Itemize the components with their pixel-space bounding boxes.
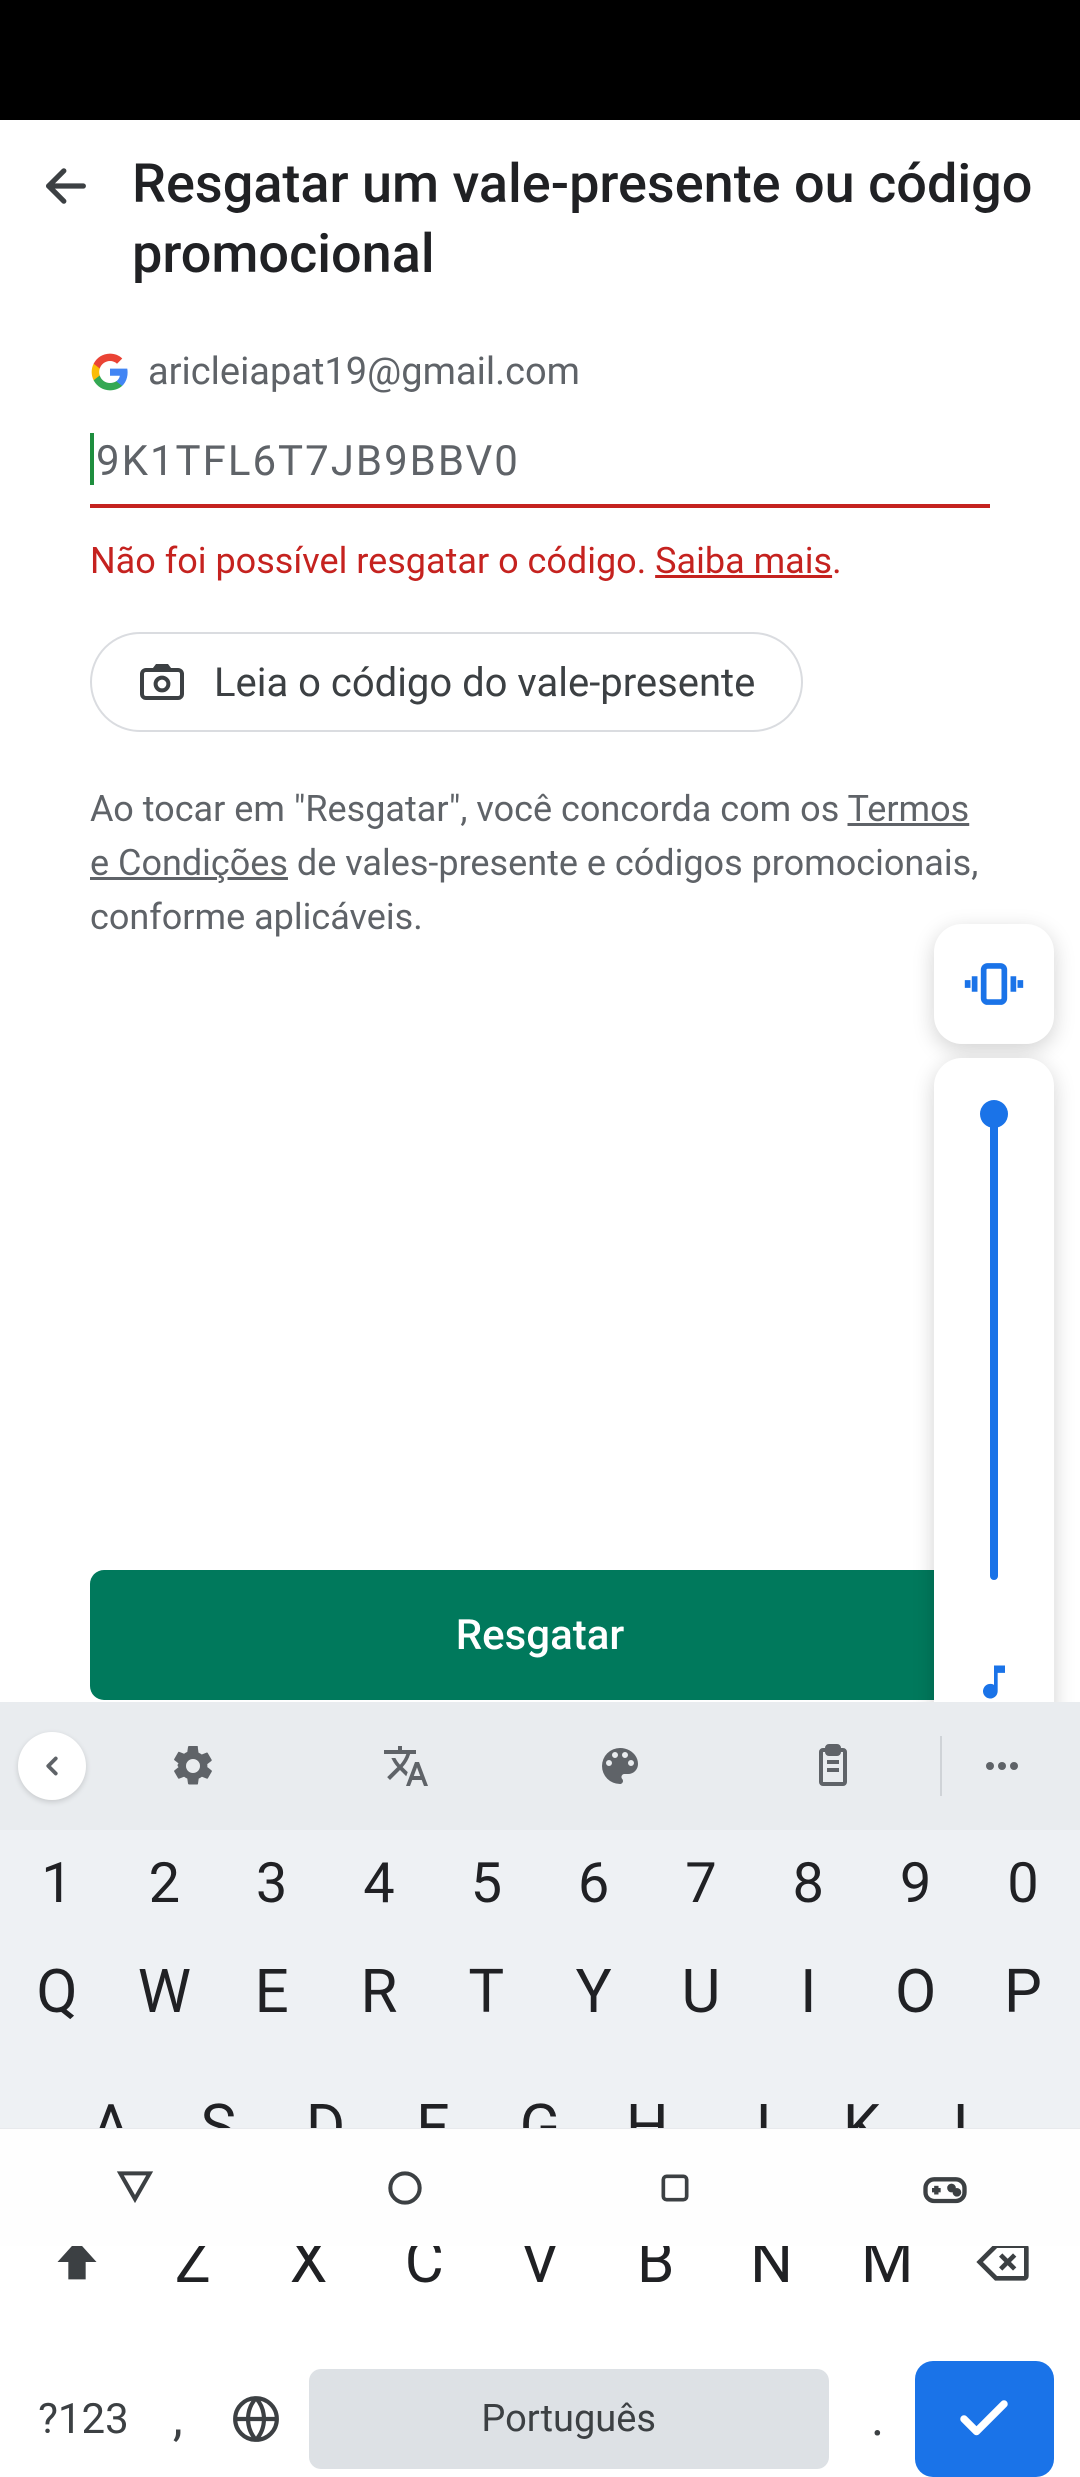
account-row: aricleiapat19@gmail.com (90, 350, 990, 394)
keyboard: 1 2 3 4 5 6 7 8 9 0 Q W E R T Y U I O P … (0, 1702, 1080, 2246)
kb-number-row: 1 2 3 4 5 6 7 8 9 0 (0, 1850, 1080, 1916)
music-note-icon (972, 1660, 1016, 1704)
kb-key-q[interactable]: Q (6, 1956, 108, 2027)
kb-key-y[interactable]: Y (543, 1956, 645, 2027)
kb-enter-key[interactable] (915, 2361, 1054, 2477)
kb-key-i[interactable]: I (757, 1956, 859, 2027)
nav-recents-icon (655, 2168, 695, 2208)
kb-key-1[interactable]: 1 (6, 1850, 108, 1916)
kb-key-9[interactable]: 9 (865, 1850, 967, 1916)
kb-row-4: ?123 , Português . (0, 2361, 1080, 2477)
kb-language-key[interactable] (215, 2394, 297, 2444)
google-logo-icon (90, 352, 130, 392)
kb-key-8[interactable]: 8 (757, 1850, 859, 1916)
kb-key-4[interactable]: 4 (328, 1850, 430, 1916)
keyboard-settings-button[interactable] (86, 1742, 300, 1790)
palette-icon (596, 1742, 644, 1790)
code-input[interactable] (90, 429, 990, 508)
error-text: Não foi possível resgatar o código. (90, 540, 655, 582)
error-learn-more-link[interactable]: Saiba mais (655, 540, 832, 582)
gamepad-icon (919, 2162, 971, 2214)
kb-symbols-key[interactable]: ?123 (26, 2395, 141, 2444)
kb-key-3[interactable]: 3 (221, 1850, 323, 1916)
kb-period-key[interactable]: . (841, 2390, 915, 2448)
kb-key-p[interactable]: P (972, 1956, 1074, 2027)
volume-media-area (934, 1058, 1054, 1738)
kb-key-t[interactable]: T (435, 1956, 537, 2027)
redeem-button[interactable]: Resgatar (90, 1570, 990, 1700)
volume-slider-thumb[interactable] (980, 1100, 1008, 1128)
more-horizontal-icon (978, 1742, 1026, 1790)
check-icon (954, 2389, 1014, 2449)
kb-key-e[interactable]: E (221, 1956, 323, 2027)
scan-code-button[interactable]: Leia o código do vale-presente (90, 632, 803, 732)
vibrate-icon (963, 953, 1025, 1015)
keyboard-theme-button[interactable] (513, 1742, 727, 1790)
error-period: . (832, 540, 842, 582)
kb-row-1: Q W E R T Y U I O P (0, 1956, 1080, 2027)
terms-text: Ao tocar em "Resgatar", você concorda co… (90, 782, 990, 944)
globe-icon (231, 2394, 281, 2444)
gear-icon (169, 1742, 217, 1790)
chevron-left-icon (37, 1751, 67, 1781)
nav-home-icon (383, 2166, 427, 2210)
page-title: Resgatar um vale-presente ou código prom… (132, 150, 1040, 290)
content-area: aricleiapat19@gmail.com Não foi possível… (0, 310, 1080, 944)
ring-mode-button[interactable] (934, 924, 1054, 1044)
nav-game-button[interactable] (910, 2153, 980, 2223)
volume-panel (934, 924, 1054, 1826)
kb-key-r[interactable]: R (328, 1956, 430, 2027)
back-icon[interactable] (40, 160, 92, 216)
kb-key-2[interactable]: 2 (113, 1850, 215, 1916)
header: Resgatar um vale-presente ou código prom… (0, 120, 1080, 310)
code-input-wrap (90, 429, 990, 508)
kb-comma-key[interactable]: , (141, 2390, 215, 2448)
nav-recents-button[interactable] (640, 2153, 710, 2223)
kb-key-u[interactable]: U (650, 1956, 752, 2027)
kb-key-w[interactable]: W (113, 1956, 215, 2027)
kb-key-5[interactable]: 5 (435, 1850, 537, 1916)
kb-key-0[interactable]: 0 (972, 1850, 1074, 1916)
terms-prefix: Ao tocar em "Resgatar", você concorda co… (90, 788, 848, 830)
kb-space-key[interactable]: Português (309, 2369, 829, 2469)
camera-icon (138, 658, 186, 706)
volume-slider[interactable] (990, 1112, 998, 1580)
kb-key-o[interactable]: O (865, 1956, 967, 2027)
keyboard-clipboard-button[interactable] (727, 1742, 941, 1790)
nav-home-button[interactable] (370, 2153, 440, 2223)
account-email: aricleiapat19@gmail.com (148, 350, 580, 394)
kb-key-6[interactable]: 6 (543, 1850, 645, 1916)
nav-back-button[interactable] (100, 2153, 170, 2223)
keyboard-more-button[interactable] (942, 1742, 1062, 1790)
keyboard-collapse-button[interactable] (18, 1732, 86, 1800)
scan-code-label: Leia o código do vale-presente (214, 659, 755, 706)
nav-back-icon (113, 2166, 157, 2210)
navigation-bar (0, 2128, 1080, 2246)
translate-icon (382, 1742, 430, 1790)
clipboard-icon (809, 1742, 857, 1790)
error-message: Não foi possível resgatar o código. Saib… (90, 540, 990, 582)
text-cursor (90, 433, 94, 485)
keyboard-translate-button[interactable] (300, 1742, 514, 1790)
status-bar (0, 0, 1080, 120)
keyboard-toolbar (0, 1702, 1080, 1830)
kb-key-7[interactable]: 7 (650, 1850, 752, 1916)
